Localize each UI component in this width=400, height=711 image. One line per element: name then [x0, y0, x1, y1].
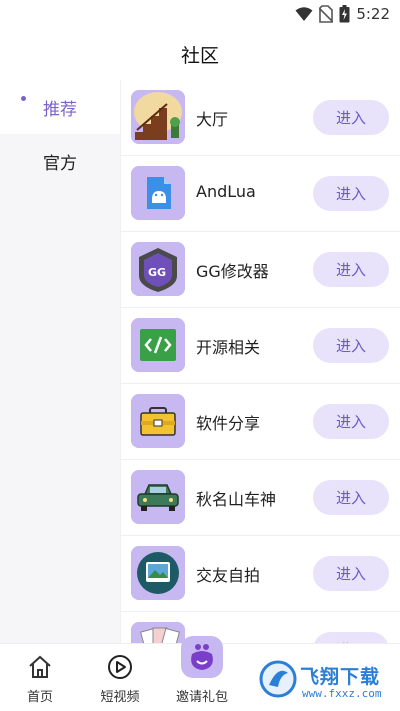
wifi-icon — [295, 7, 313, 21]
watermark: 飞翔下载 www.fxxz.com — [258, 655, 400, 707]
list-item[interactable]: 交友自拍 进入 — [120, 536, 400, 612]
list-item[interactable]: 开源相关 进入 — [120, 308, 400, 384]
play-circle-icon — [108, 655, 132, 679]
watermark-text: 飞翔下载 — [300, 666, 381, 688]
list-item[interactable]: 大厅 进入 — [120, 80, 400, 156]
tab-label: 首页 — [26, 690, 53, 705]
enter-button[interactable]: 进入 — [313, 404, 389, 439]
list-item[interactable]: AndLua 进入 — [120, 156, 400, 232]
sidebar-item-label: 官方 — [43, 153, 77, 174]
home-icon — [29, 655, 51, 678]
forum-name: 大厅 — [196, 110, 229, 129]
sidebar-item-recommend[interactable]: 推荐 — [0, 80, 120, 134]
enter-button[interactable]: 进入 — [313, 480, 389, 515]
forum-name: AndLua — [196, 182, 256, 201]
gg-modifier-icon: GG — [131, 242, 185, 296]
forum-name: 秋名山车神 — [196, 490, 277, 509]
enter-button[interactable]: 进入 — [313, 328, 389, 363]
forum-name: GG修改器 — [196, 262, 269, 281]
sidebar-item-official[interactable]: 官方 — [0, 134, 120, 188]
title-bar: 社区 — [0, 30, 400, 78]
toolbox-icon — [131, 394, 185, 448]
cards-icon — [131, 622, 185, 643]
watermark-url: www.fxxz.com — [302, 687, 382, 700]
photo-icon — [131, 546, 185, 600]
car-icon — [131, 470, 185, 524]
tab-short-video[interactable]: 短视频 — [92, 644, 148, 711]
lobby-stairs-icon — [131, 90, 185, 144]
list-item[interactable]: 软件分享 进入 — [120, 384, 400, 460]
battery-charging-icon — [339, 5, 350, 23]
status-time: 5:22 — [356, 5, 390, 23]
list-item[interactable]: 秋名山车神 进入 — [120, 460, 400, 536]
enter-button[interactable]: 进入 — [313, 556, 389, 591]
forum-name: 软件分享 — [196, 414, 261, 433]
forum-name: 交友自拍 — [196, 566, 261, 585]
status-icons: 5:22 — [295, 4, 390, 24]
no-sim-icon — [319, 5, 334, 23]
gift-bag-icon — [181, 636, 223, 678]
forum-list[interactable]: 大厅 进入 AndLua 进入 GG GG修改器 进入 开源相关 进入 软件分享… — [120, 80, 400, 643]
enter-button[interactable]: 进入 — [313, 252, 389, 287]
enter-button[interactable]: 进入 — [313, 632, 389, 643]
forum-name: 开源相关 — [196, 338, 261, 357]
page-title: 社区 — [180, 44, 219, 67]
active-indicator-dot — [21, 96, 26, 101]
android-file-icon — [131, 166, 185, 220]
tab-label: 邀请礼包 — [175, 690, 228, 705]
sidebar-item-label: 推荐 — [43, 99, 77, 120]
code-brackets-icon — [131, 318, 185, 372]
svg-text:GG: GG — [148, 266, 166, 279]
category-sidebar: 推荐 官方 — [0, 80, 120, 643]
list-item[interactable]: 进入 — [120, 612, 400, 643]
list-item[interactable]: GG GG修改器 进入 — [120, 232, 400, 308]
tab-label: 短视频 — [100, 690, 140, 705]
watermark-logo-icon — [259, 660, 297, 698]
invite-icon-wrap — [172, 636, 232, 680]
enter-button[interactable]: 进入 — [313, 100, 389, 135]
tab-home[interactable]: 首页 — [14, 644, 66, 711]
status-bar: 5:22 — [0, 0, 400, 30]
tab-invite-gift[interactable]: 邀请礼包 — [172, 636, 232, 711]
enter-button[interactable]: 进入 — [313, 176, 389, 211]
